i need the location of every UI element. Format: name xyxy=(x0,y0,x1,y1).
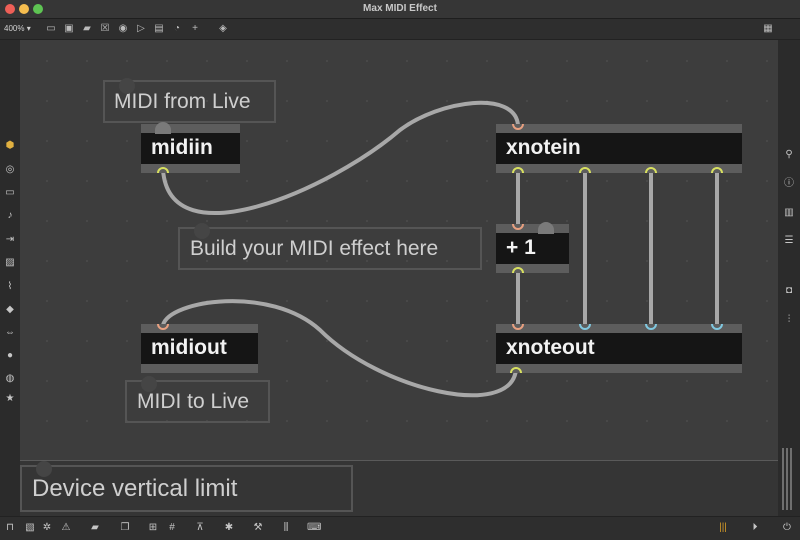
number-icon[interactable]: ▷ xyxy=(134,22,148,36)
star-icon[interactable]: ★ xyxy=(3,392,17,406)
object-label: midiout xyxy=(151,336,227,359)
object-label: midiin xyxy=(151,136,213,159)
comment-device-limit[interactable]: Device vertical limit xyxy=(20,461,353,512)
speech-icon[interactable]: ▰ xyxy=(88,521,102,535)
camera-icon[interactable]: ◘ xyxy=(782,284,796,298)
object-header xyxy=(496,324,742,333)
debug-icon[interactable]: ✱ xyxy=(222,521,236,535)
plug-icon[interactable]: ◆ xyxy=(3,303,17,317)
snowflake-icon[interactable]: ✲ xyxy=(40,521,54,535)
patch-icon[interactable]: ▣ xyxy=(62,22,76,36)
object-plus-one[interactable]: + 1 xyxy=(496,222,569,273)
meter-icon[interactable]: ||| xyxy=(716,521,730,535)
paint-icon[interactable]: ◈ xyxy=(216,22,230,36)
object-midiout[interactable]: midiout xyxy=(141,324,258,373)
list-icon[interactable]: ☰ xyxy=(782,234,796,248)
inlet[interactable] xyxy=(511,324,525,331)
package-icon[interactable]: ⬢ xyxy=(3,139,17,153)
presentation-icon[interactable]: ▧ xyxy=(23,521,37,535)
outlet[interactable] xyxy=(511,166,525,173)
lock-icon[interactable]: ⊓ xyxy=(3,521,17,535)
comment-build-effect[interactable]: Build your MIDI effect here xyxy=(178,223,482,270)
keyboard-icon[interactable]: ⌨ xyxy=(307,521,321,535)
chevron-down-icon: ▾ xyxy=(26,24,31,33)
frame-icon[interactable]: ▭ xyxy=(3,186,17,200)
comment-midi-to-live[interactable]: MIDI to Live xyxy=(125,376,270,423)
loop-icon[interactable]: ⇔ xyxy=(3,326,17,340)
comment-handle xyxy=(194,223,210,239)
object-label: xnotein xyxy=(506,136,581,159)
object-footer xyxy=(141,364,258,373)
title-bar: Max MIDI Effect xyxy=(0,0,800,19)
comment-text: Device vertical limit xyxy=(32,475,238,502)
left-sidebar: ⬢ ◎ ▭ ♪ ⇥ ▨ ⌇ ◆ ⇔ ● ◍ ★ xyxy=(0,40,20,516)
object-header xyxy=(496,224,569,233)
image-icon[interactable]: ▨ xyxy=(3,256,17,270)
object-midiin[interactable]: midiin xyxy=(141,122,240,173)
inlet[interactable] xyxy=(156,324,170,331)
javascript-icon[interactable]: ◍ xyxy=(3,372,17,386)
arrows-icon[interactable]: ⇥ xyxy=(3,233,17,247)
comment-text: MIDI to Live xyxy=(137,390,250,413)
inlet[interactable] xyxy=(578,324,592,331)
object-footer xyxy=(496,164,742,173)
object-label: + 1 xyxy=(506,236,536,259)
object-knob xyxy=(538,222,554,234)
object-xnotein[interactable]: xnotein xyxy=(496,124,742,173)
target-icon[interactable]: ◎ xyxy=(3,163,17,177)
comment-handle xyxy=(36,461,52,477)
outlet[interactable] xyxy=(509,366,523,373)
wrench-icon[interactable]: ⚒ xyxy=(251,521,265,535)
comment-midi-from-live[interactable]: MIDI from Live xyxy=(103,78,276,123)
inlet[interactable] xyxy=(511,124,525,131)
mixer-icon[interactable]: ⫶ xyxy=(782,313,796,327)
piano-icon[interactable]: ⫼ xyxy=(279,521,293,535)
present-icon[interactable]: ▭ xyxy=(44,22,58,36)
comment-handle xyxy=(141,376,157,392)
outlet[interactable] xyxy=(710,166,724,173)
patcher-toolbar: 400% ▾ ▭ ▣ ▰ ☒ ◉ ▷ ▤ ◔ + ◈ ▦ xyxy=(0,19,800,40)
message-icon[interactable]: ▰ xyxy=(80,22,94,36)
comment-handle xyxy=(119,78,135,94)
grid-icon[interactable]: ▦ xyxy=(760,22,776,36)
warning-icon[interactable]: ⚠ xyxy=(59,521,73,535)
bottom-toolbar: ⊓ ▧ ✲ ⚠ ▰ ❐ ⊞ # ⊼ ✱ ⚒ ⫼ ⌨ ||| ⏵ ⏻ xyxy=(0,516,800,540)
note-icon[interactable]: ♪ xyxy=(3,209,17,223)
level-meter xyxy=(782,448,794,510)
outlet[interactable] xyxy=(511,266,525,273)
inlet[interactable] xyxy=(644,324,658,331)
button-icon[interactable]: ◉ xyxy=(116,22,130,36)
object-header xyxy=(496,124,742,133)
hierarchy-icon[interactable]: ⊼ xyxy=(193,521,207,535)
power-icon[interactable]: ⏻ xyxy=(780,521,794,535)
search-icon[interactable]: ⚲ xyxy=(782,148,796,162)
right-sidebar: ⚲ ⓘ ▥ ☰ ◘ ⫶ xyxy=(778,40,800,516)
vst-icon[interactable]: ● xyxy=(3,349,17,363)
object-xnoteout[interactable]: xnoteout xyxy=(496,324,742,373)
paperclip-icon[interactable]: ⌇ xyxy=(3,280,17,294)
comment-text: Build your MIDI effect here xyxy=(190,237,439,260)
comment-icon[interactable]: ▤ xyxy=(152,22,166,36)
zoom-menu[interactable]: 400% ▾ xyxy=(4,24,31,33)
dial-icon[interactable]: ◔ xyxy=(170,22,184,36)
align-icon[interactable]: ⊞ xyxy=(146,521,160,535)
add-icon[interactable]: + xyxy=(188,22,202,36)
object-footer xyxy=(496,364,742,373)
outlet[interactable] xyxy=(644,166,658,173)
info-icon[interactable]: ⓘ xyxy=(782,177,796,191)
toggle-icon[interactable]: ☒ xyxy=(98,22,112,36)
play-icon[interactable]: ⏵ xyxy=(748,521,762,535)
outlet[interactable] xyxy=(578,166,592,173)
inlet[interactable] xyxy=(710,324,724,331)
comment-text: MIDI from Live xyxy=(114,90,251,113)
object-label: xnoteout xyxy=(506,336,595,359)
outlet[interactable] xyxy=(156,166,170,173)
window-title: Max MIDI Effect xyxy=(363,3,437,14)
grid-snap-icon[interactable]: # xyxy=(165,521,179,535)
layers-icon[interactable]: ❐ xyxy=(118,521,132,535)
zoom-level: 400% xyxy=(4,24,25,33)
object-footer xyxy=(496,264,569,273)
inlet[interactable] xyxy=(511,224,525,231)
reference-icon[interactable]: ▥ xyxy=(782,206,796,220)
